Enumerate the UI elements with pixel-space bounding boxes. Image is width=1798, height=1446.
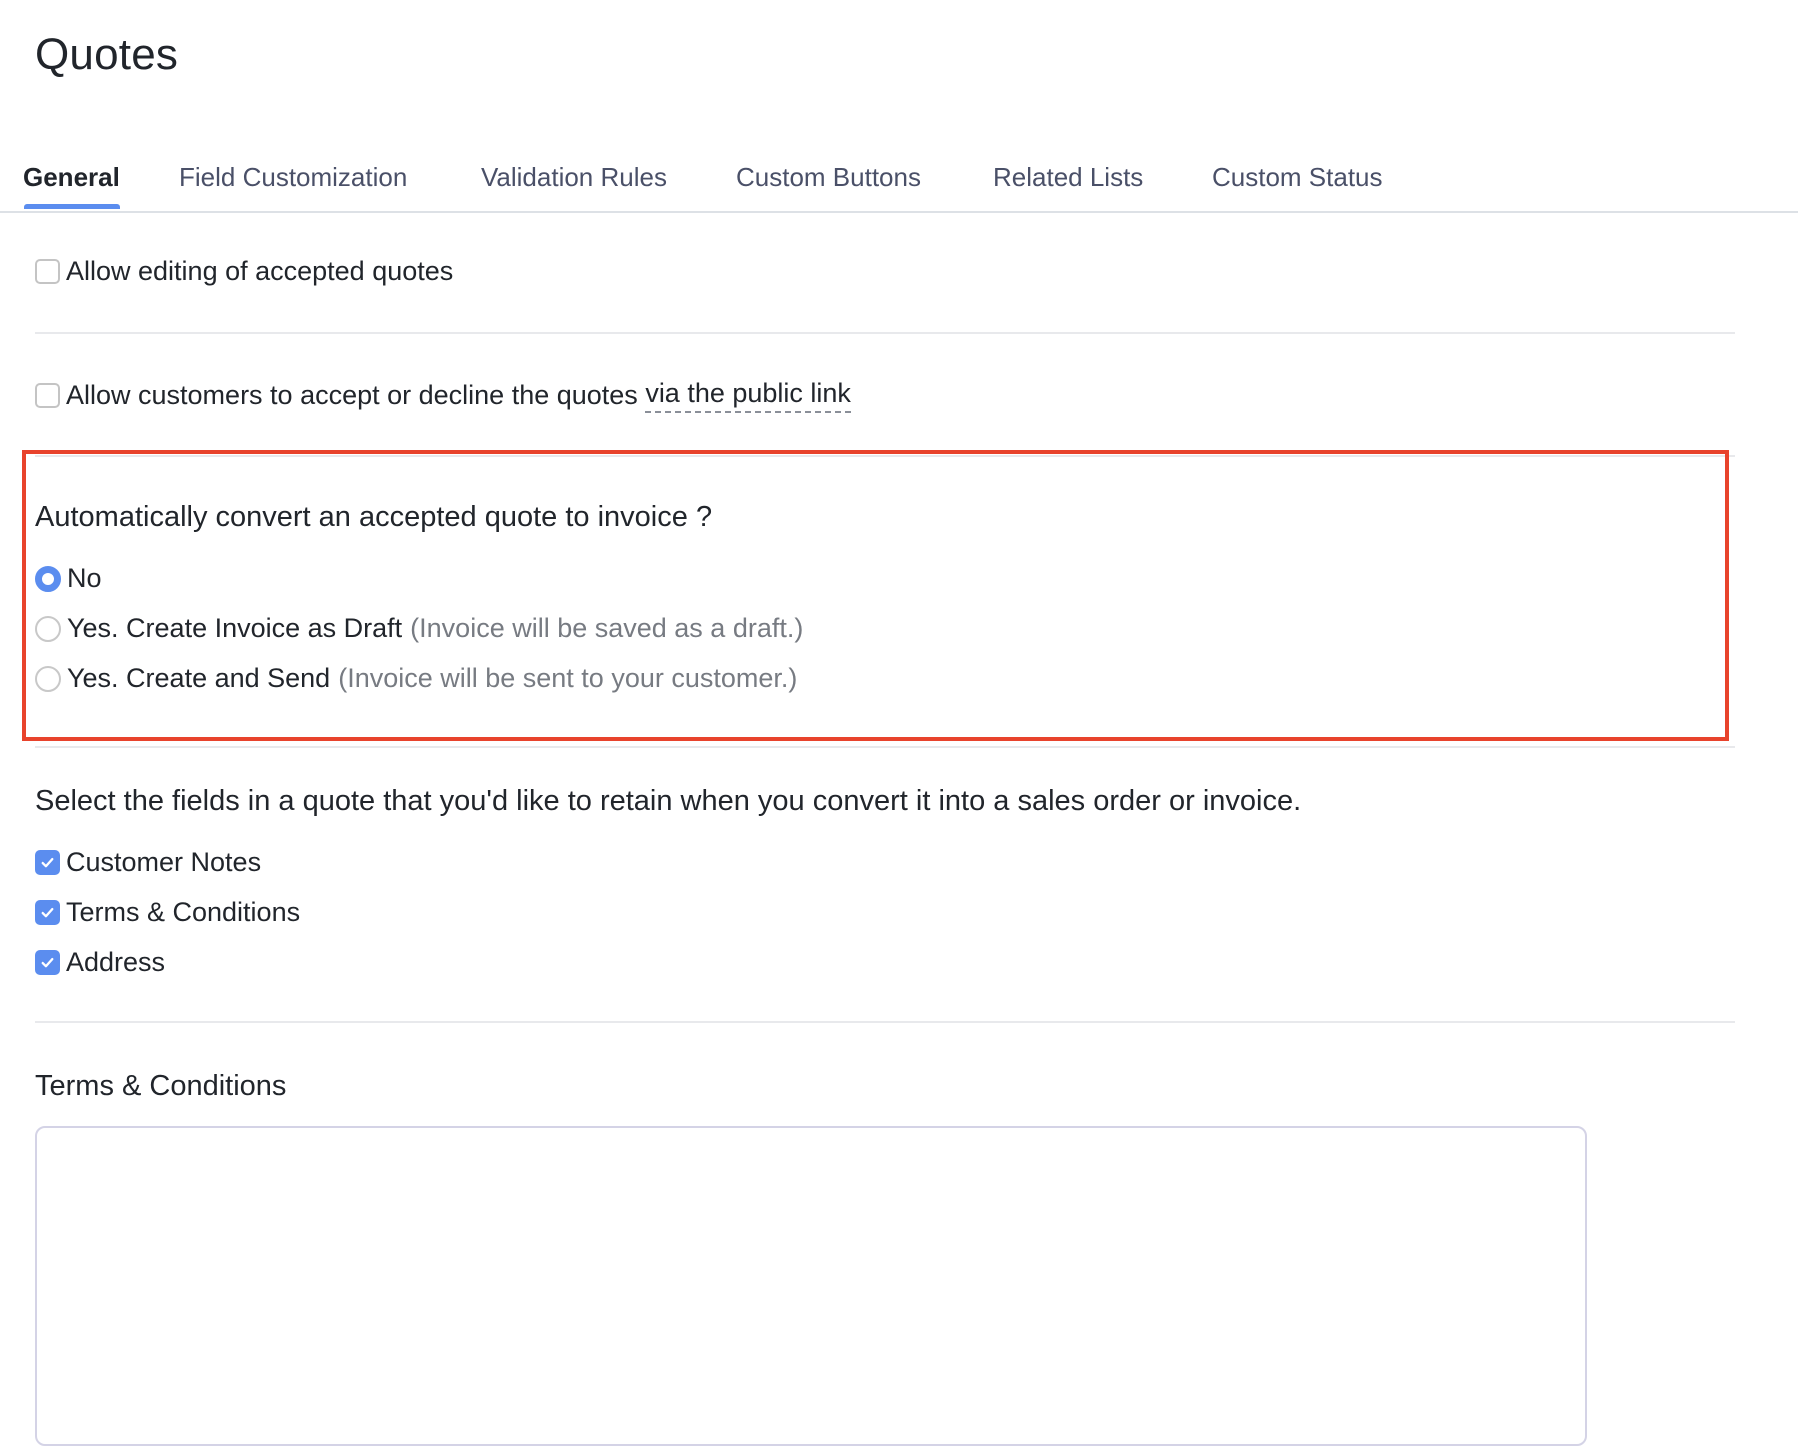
- tab-field-customization[interactable]: Field Customization: [179, 162, 407, 193]
- auto-convert-option-send[interactable]: Yes. Create and Send (Invoice will be se…: [35, 663, 797, 694]
- allow-editing-option[interactable]: Allow editing of accepted quotes: [35, 256, 453, 287]
- highlight-box: [22, 450, 1729, 741]
- allow-customers-label: Allow customers to accept or decline the…: [66, 380, 646, 410]
- terms-textarea[interactable]: [35, 1126, 1587, 1446]
- address-label: Address: [66, 947, 166, 977]
- allow-editing-label: Allow editing of accepted quotes: [66, 256, 454, 286]
- radio-create-send-hint: (Invoice will be sent to your customer.): [338, 663, 798, 693]
- tab-validation-rules[interactable]: Validation Rules: [481, 162, 667, 193]
- section-divider: [35, 332, 1735, 334]
- terms-conditions-label: Terms & Conditions: [66, 897, 301, 927]
- tab-bar: General Field Customization Validation R…: [0, 150, 1798, 213]
- address-checkbox[interactable]: [35, 950, 60, 975]
- tab-custom-buttons[interactable]: Custom Buttons: [736, 162, 921, 193]
- section-divider: [35, 746, 1735, 748]
- retain-fields-prompt: Select the fields in a quote that you'd …: [35, 785, 1302, 817]
- radio-create-draft[interactable]: [35, 615, 61, 642]
- tab-related-lists[interactable]: Related Lists: [993, 162, 1143, 193]
- check-icon: [41, 907, 54, 918]
- allow-customers-option[interactable]: Allow customers to accept or decline the…: [35, 378, 851, 413]
- customer-notes-label: Customer Notes: [66, 847, 262, 877]
- check-icon: [41, 857, 54, 868]
- retain-customer-notes[interactable]: Customer Notes: [35, 847, 261, 878]
- terms-heading: Terms & Conditions: [35, 1070, 287, 1102]
- radio-create-send-label: Yes. Create and Send: [67, 663, 331, 693]
- radio-create-draft-label: Yes. Create Invoice as Draft: [67, 613, 403, 643]
- radio-no[interactable]: [35, 565, 61, 592]
- allow-editing-checkbox[interactable]: [35, 259, 60, 284]
- radio-no-label: No: [67, 563, 102, 593]
- retain-terms-conditions[interactable]: Terms & Conditions: [35, 897, 300, 928]
- auto-convert-option-draft[interactable]: Yes. Create Invoice as Draft (Invoice wi…: [35, 613, 803, 644]
- section-divider: [35, 1021, 1735, 1023]
- check-icon: [41, 957, 54, 968]
- auto-convert-option-no[interactable]: No: [35, 563, 102, 594]
- allow-customers-checkbox[interactable]: [35, 383, 60, 408]
- terms-conditions-checkbox[interactable]: [35, 900, 60, 925]
- tab-custom-status[interactable]: Custom Status: [1212, 162, 1383, 193]
- radio-create-send[interactable]: [35, 665, 61, 692]
- tab-general[interactable]: General: [23, 162, 120, 193]
- auto-convert-question: Automatically convert an accepted quote …: [35, 501, 713, 533]
- active-tab-indicator: [24, 204, 120, 209]
- retain-address[interactable]: Address: [35, 947, 165, 978]
- radio-create-draft-hint: (Invoice will be saved as a draft.): [410, 613, 804, 643]
- page-title: Quotes: [35, 30, 179, 79]
- customer-notes-checkbox[interactable]: [35, 850, 60, 875]
- public-link-tooltip-trigger[interactable]: via the public link: [645, 378, 851, 413]
